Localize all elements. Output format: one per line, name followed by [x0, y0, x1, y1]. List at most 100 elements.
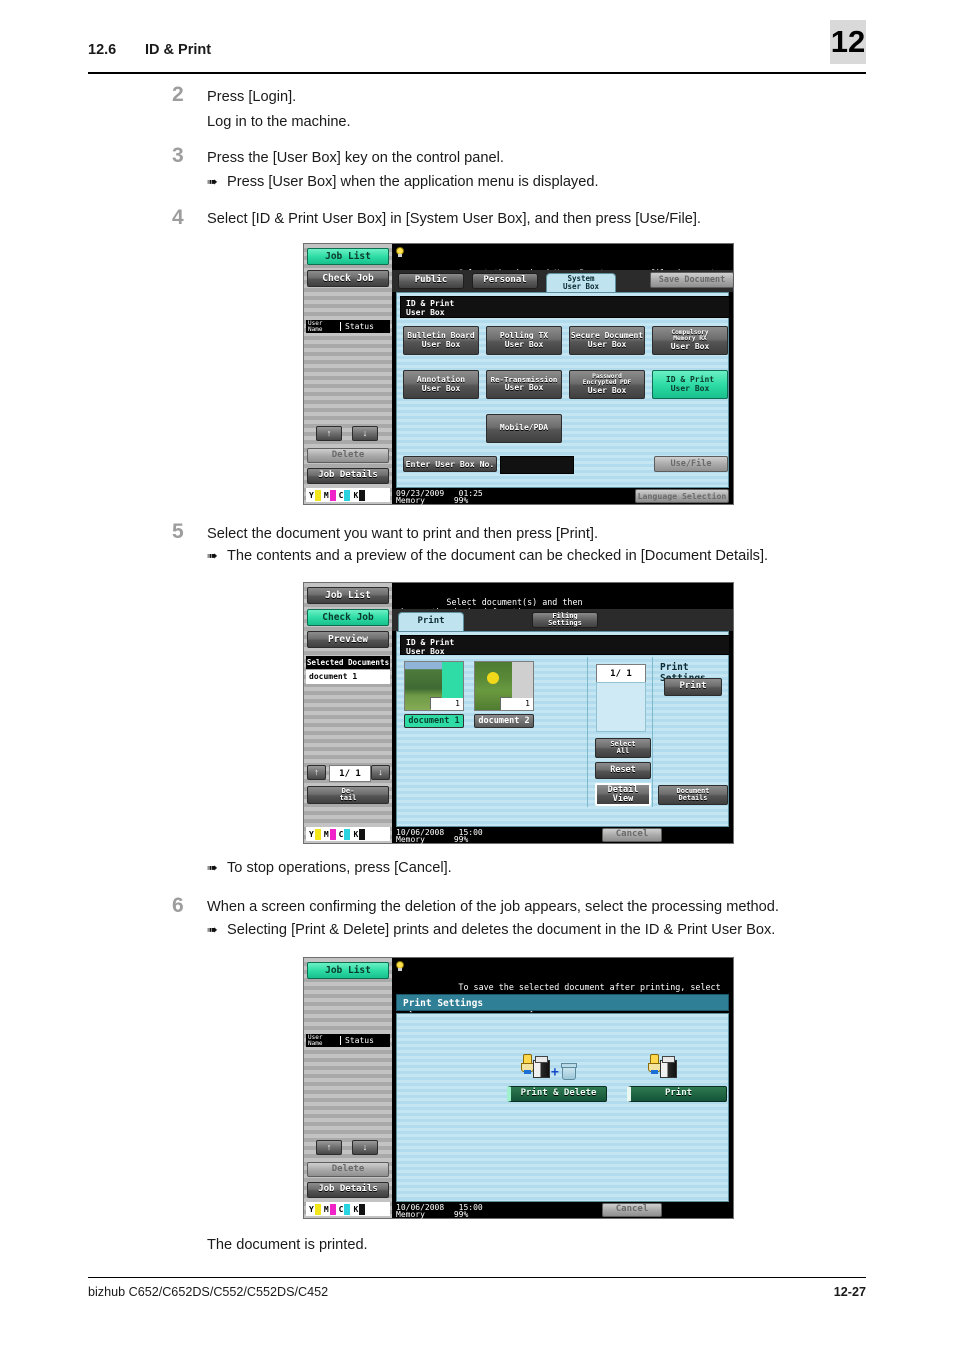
panel1-toner-gauge: Y M C K [306, 488, 390, 502]
print-and-delete-icon-group: + [520, 1054, 582, 1080]
panel2-document-label-2[interactable]: document 2 [474, 714, 534, 728]
panel3-main[interactable]: To save the selected document after prin… [392, 958, 733, 1219]
panel1-box-annotation-line2: User Box [421, 383, 461, 393]
panel1-language-selection-button[interactable]: Language Selection [635, 489, 729, 503]
lcd-panel-document-selection[interactable]: Job List Check Job Preview Selected Docu… [303, 582, 734, 844]
panel2-reset-button[interactable]: Reset [595, 762, 651, 779]
panel3-job-list-button[interactable]: Job List [307, 962, 389, 979]
toner-label-m: M [323, 829, 329, 839]
panel2-doc2-flower [487, 672, 499, 684]
panel2-select-all-button[interactable]: Select All [595, 738, 651, 758]
panel2-check-job-button[interactable]: Check Job [307, 609, 389, 626]
panel2-preview-well [596, 682, 646, 732]
lightbulb-icon [396, 248, 404, 257]
panel1-scroll-down-button[interactable]: ↓ [352, 426, 378, 441]
panel2-tab-row[interactable]: Print Filing Settings [392, 609, 733, 631]
panel1-main[interactable]: Select the desired User Box to use or fi… [392, 244, 734, 505]
toner-bar-k [359, 1203, 366, 1215]
toner-bar-c [344, 1203, 351, 1215]
panel1-delete-button[interactable]: Delete [307, 448, 389, 463]
panel3-status-header: Status [340, 1036, 374, 1045]
panel1-box-id-and-print-line2: User Box [670, 383, 710, 393]
panel2-scroll-down-button[interactable]: ↓ [371, 765, 390, 780]
panel3-print-and-delete-button[interactable]: Print & Delete [507, 1086, 607, 1102]
panel2-memory-label: Memory [396, 835, 425, 844]
panel2-cancel-button[interactable]: Cancel [602, 828, 662, 842]
panel2-document-details-button[interactable]: Document Details [658, 785, 728, 805]
panel1-user-name-header: User Name [308, 319, 323, 333]
panel2-document-label-1[interactable]: document 1 [404, 714, 464, 728]
panel1-save-document-button[interactable]: Save Document [650, 272, 734, 288]
panel1-enter-user-box-no-button[interactable]: Enter User Box No. [403, 456, 497, 472]
panel2-preview-button[interactable]: Preview [307, 631, 389, 648]
panel3-delete-button[interactable]: Delete [307, 1162, 389, 1177]
step-5-bullet-text: The contents and a preview of the docume… [227, 548, 769, 564]
panel2-print-button[interactable]: Print [664, 678, 722, 696]
panel1-tab-personal[interactable]: Personal [472, 273, 538, 289]
panel1-job-details-button[interactable]: Job Details [307, 468, 389, 484]
panel2-page-indicator: 1/ 1 [329, 765, 371, 782]
panel3-sidebar[interactable]: Job List User Name Status ↑ ↓ Delete Job … [304, 958, 392, 1218]
panel1-box-annotation[interactable]: Annotation User Box [403, 370, 479, 399]
panel3-scroll-up-button[interactable]: ↑ [316, 1140, 342, 1155]
panel1-tab-row[interactable]: Public Personal System User Box Save Doc… [392, 270, 734, 292]
panel3-scroll-down-button[interactable]: ↓ [352, 1140, 378, 1155]
lcd-panel-user-box-selection[interactable]: Job List Check Job User Name Status ↑ ↓ D… [303, 243, 734, 505]
panel1-box-re-transmission-line2: User Box [504, 383, 544, 393]
panel1-box-re-transmission[interactable]: Re-Transmission User Box [486, 370, 562, 399]
panel2-selected-document-entry[interactable]: document 1 [306, 670, 390, 684]
toner-bar-c [344, 489, 351, 501]
header-section-number: 12.6 [88, 42, 117, 58]
step-5-bullet: ➠ The contents and a preview of the docum… [207, 548, 867, 564]
printer-top-icon [535, 1056, 548, 1063]
panel2-tab-filing-settings[interactable]: Filing Settings [532, 612, 598, 628]
panel1-box-polling-tx[interactable]: Polling TX User Box [486, 326, 562, 355]
panel2-sidebar[interactable]: Job List Check Job Preview Selected Docu… [304, 583, 392, 843]
panel1-box-compulsory-memory-rx[interactable]: Compulsory Memory RX User Box [652, 326, 728, 355]
panel2-memory: Memory 99% [396, 835, 468, 844]
panel2-tab-print[interactable]: Print [398, 612, 464, 631]
panel1-box-id-and-print[interactable]: ID & Print User Box [652, 370, 728, 399]
panel1-sidebar[interactable]: Job List Check Job User Name Status ↑ ↓ D… [304, 244, 392, 504]
panel1-user-box-no-input[interactable] [500, 456, 574, 474]
panel2-scroll-up-button[interactable]: ↑ [307, 765, 326, 780]
panel1-tab-system-user-box[interactable]: System User Box [546, 273, 616, 292]
panel1-tab-public[interactable]: Public [398, 273, 464, 289]
step-5-number: 5 [172, 520, 184, 543]
panel1-job-list-button[interactable]: Job List [307, 248, 389, 265]
lcd-panel-print-settings[interactable]: Job List User Name Status ↑ ↓ Delete Job … [303, 957, 734, 1219]
panel1-box-secure-document[interactable]: Secure Document User Box [569, 326, 645, 355]
panel3-list-header: User Name Status [306, 1034, 390, 1047]
panel1-use-file-button[interactable]: Use/File [654, 456, 728, 472]
panel2-box-name: ID & Print User Box [400, 635, 730, 655]
panel2-toner-gauge: Y M C K [306, 827, 390, 841]
panel1-box-bulletin-board[interactable]: Bulletin Board User Box [403, 326, 479, 355]
panel1-box-mobile-pda[interactable]: Mobile/PDA [486, 414, 562, 443]
trash-icon [561, 1063, 577, 1080]
panel3-cancel-button[interactable]: Cancel [602, 1203, 662, 1217]
panel2-document-thumb-2[interactable]: 1 [474, 661, 534, 711]
hand-icon [520, 1054, 534, 1072]
panel1-scroll-up-button[interactable]: ↑ [316, 426, 342, 441]
step-5-bullet-after: ➠ To stop operations, press [Cancel]. [207, 860, 867, 876]
panel2-main[interactable]: Select document(s) and then choose the d… [392, 583, 733, 844]
plus-icon: + [551, 1065, 559, 1080]
panel2-detail-view-button[interactable]: Detail View [595, 783, 651, 806]
panel1-box-password-encrypted-pdf[interactable]: Password Encrypted PDF User Box [569, 370, 645, 399]
panel1-message-bar: Select the desired User Box to use or fi… [392, 244, 733, 289]
panel1-box-compulsory-memory-rx-line1: Compulsory Memory RX [671, 328, 709, 343]
panel2-detail-button[interactable]: De- tail [307, 786, 389, 804]
step-6-bullet-text: Selecting [Print & Delete] prints and de… [227, 922, 776, 938]
panel2-document-thumb-1[interactable]: 1 [404, 661, 464, 711]
step-2-subtext: Log in to the machine. [207, 114, 351, 130]
toner-label-k: K [353, 829, 359, 839]
footer-page-number: 12-27 [833, 1285, 866, 1299]
arrow-down-left-icon [651, 1070, 658, 1074]
panel3-print-button[interactable]: Print [627, 1086, 727, 1102]
panel3-job-details-button[interactable]: Job Details [307, 1182, 389, 1198]
toner-label-m: M [323, 1204, 329, 1214]
toner-bar-k [359, 828, 366, 840]
panel1-memory-label: Memory [396, 496, 425, 505]
panel1-check-job-button[interactable]: Check Job [307, 270, 389, 287]
panel2-job-list-button[interactable]: Job List [307, 587, 389, 604]
